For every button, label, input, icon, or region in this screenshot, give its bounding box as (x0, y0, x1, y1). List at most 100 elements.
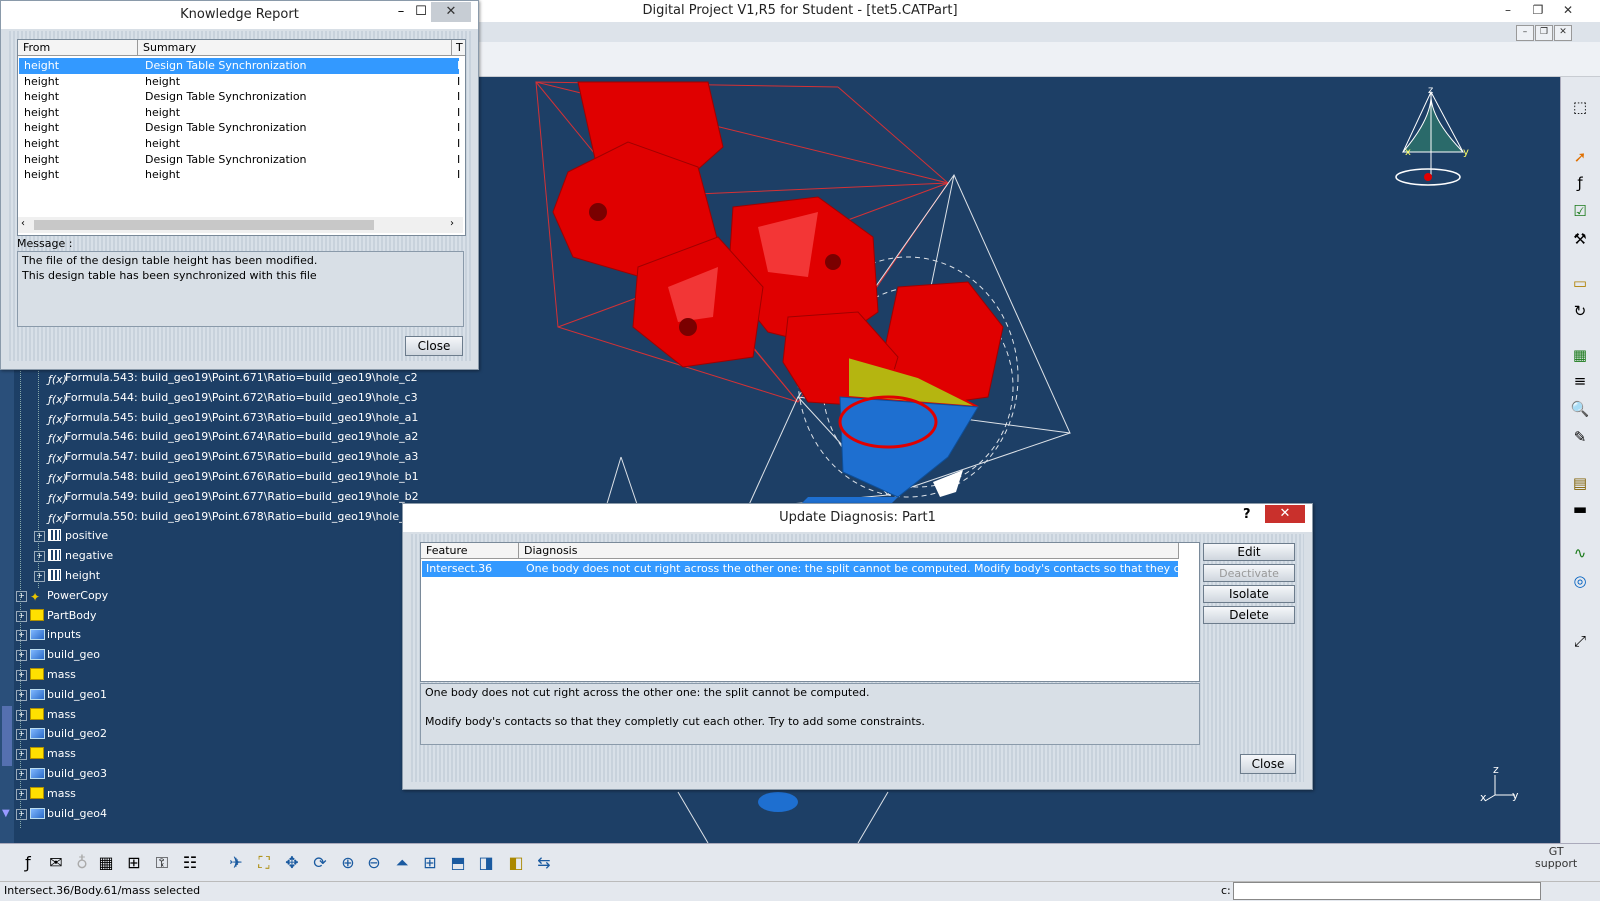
design-table-icon[interactable]: ▦ (94, 852, 118, 874)
tree-expand-toggle[interactable]: + (16, 670, 27, 681)
tree-item[interactable]: ƒ(x)Formula.550: build_geo19\Point.678\R… (48, 507, 419, 527)
ud-title-bar[interactable]: Update Diagnosis: Part1 (403, 504, 1312, 532)
lock-icon[interactable]: ⚿ (150, 852, 174, 874)
tree-item[interactable]: height (48, 566, 100, 586)
kr-col-type[interactable]: T (452, 40, 465, 56)
tree-expand-toggle[interactable]: + (16, 630, 27, 642)
tree-item[interactable]: ƒ(x)Formula.548: build_geo19\Point.676\R… (48, 467, 419, 487)
vb-macro-icon[interactable]: ▤ (1569, 473, 1591, 493)
kr-col-from[interactable]: From (18, 40, 138, 56)
rules-icon[interactable]: ☷ (178, 852, 202, 874)
tree-item[interactable]: negative (48, 546, 113, 566)
hide-show-icon[interactable]: ◧ (504, 852, 528, 874)
help-icon[interactable]: ? (1243, 507, 1251, 522)
zoom-out-icon[interactable]: ⊖ (362, 852, 386, 874)
tree-item[interactable]: ƒ(x)Formula.547: build_geo19\Point.675\R… (48, 447, 418, 467)
tree-expand-toggle[interactable]: + (16, 650, 27, 662)
minimize-button[interactable]: – (1497, 2, 1519, 18)
ud-col-feature[interactable]: Feature (421, 543, 519, 559)
kr-report-row[interactable]: height height I (19, 105, 460, 121)
fly-mode-icon[interactable]: ✈ (224, 852, 248, 874)
command-input[interactable] (1233, 882, 1541, 900)
ud-diagnosis-list[interactable]: Feature Diagnosis Intersect.36 One body d… (420, 542, 1200, 682)
tree-expand-toggle[interactable]: + (34, 531, 45, 543)
tree-item[interactable]: ƒ(x)Formula.544: build_geo19\Point.672\R… (48, 388, 418, 408)
tree-expand-toggle[interactable]: + (16, 689, 27, 701)
tree-item[interactable]: ƒ(x)Formula.546: build_geo19\Point.674\R… (48, 427, 418, 447)
fit-all-icon[interactable]: ⛶ (252, 852, 276, 874)
multi-view-icon[interactable]: ⊞ (418, 852, 442, 874)
law-icon[interactable]: ∿ (1569, 543, 1591, 563)
swap-space-icon[interactable]: ⇆ (532, 852, 556, 874)
ud-diagnosis-row[interactable]: Intersect.36 One body does not cut right … (422, 561, 1199, 577)
tree-item[interactable]: mass (30, 784, 76, 804)
xyz-icon[interactable]: ⤢ (1569, 631, 1591, 651)
scroll-left-icon[interactable]: ‹ (21, 218, 25, 229)
shading-icon[interactable]: ◨ (474, 852, 498, 874)
check-icon[interactable]: ☑ (1569, 201, 1591, 221)
ud-isolate-button[interactable]: Isolate (1203, 585, 1295, 603)
formula-tool-icon[interactable]: ƒ (1569, 173, 1591, 193)
tools-icon[interactable]: ⚒ (1569, 229, 1591, 249)
gt-support-logo[interactable]: GT support (1535, 846, 1577, 870)
doc-close-button[interactable]: ✕ (1554, 25, 1572, 41)
tree-item[interactable]: PartBody (30, 606, 96, 626)
comment-icon[interactable]: ✉ (44, 852, 68, 874)
scroll-right-icon[interactable]: › (450, 218, 454, 229)
select-arrow-icon[interactable]: ➚ (1569, 147, 1591, 167)
tree-item[interactable]: inputs (30, 625, 81, 645)
formula-icon[interactable]: ƒ (16, 852, 40, 874)
tree-item[interactable]: ƒ(x)Formula.545: build_geo19\Point.673\R… (48, 408, 418, 428)
view-cube-icon[interactable]: ⬚ (1569, 97, 1591, 117)
knowledge-icon[interactable]: ♁ (70, 852, 94, 874)
kr-minimize-button[interactable]: – (391, 4, 411, 19)
ud-deactivate-button[interactable]: Deactivate (1203, 564, 1295, 582)
parameters-icon[interactable]: ≡ (1569, 371, 1591, 391)
tree-expand-toggle[interactable]: + (16, 808, 27, 820)
kr-hscroll-thumb[interactable] (34, 220, 374, 230)
comment-icon[interactable]: ✎ (1569, 427, 1591, 447)
zoom-search-icon[interactable]: 🔍 (1569, 399, 1591, 419)
tree-expand-toggle[interactable]: + (16, 610, 27, 622)
tree-expand-toggle[interactable]: + (16, 729, 27, 741)
ud-delete-button[interactable]: Delete (1203, 606, 1295, 624)
kr-report-row[interactable]: height Design Table Synchronization I (19, 152, 460, 168)
kr-close-x-button[interactable]: ✕ (431, 2, 471, 22)
kr-col-summary[interactable]: Summary (138, 40, 452, 56)
pan-icon[interactable]: ✥ (280, 852, 304, 874)
restore-button[interactable]: ❐ (1527, 2, 1549, 18)
catalog-icon[interactable]: ⊞ (122, 852, 146, 874)
normal-view-icon[interactable]: ⏶ (390, 852, 414, 874)
rotate-icon[interactable]: ↻ (1569, 301, 1591, 321)
kr-maximize-button[interactable]: ☐ (411, 4, 431, 19)
tree-item[interactable]: build_geo4 (30, 804, 107, 824)
tree-item[interactable]: ƒ(x)Formula.549: build_geo19\Point.677\R… (48, 487, 419, 507)
tree-item[interactable]: build_geo2 (30, 724, 107, 744)
table-icon[interactable]: ▬ (1569, 499, 1591, 519)
ud-close-button[interactable]: Close (1240, 754, 1296, 774)
tree-item[interactable]: ✦ PowerCopy (30, 586, 108, 606)
kr-report-row[interactable]: height Design Table Synchronization I (19, 89, 460, 105)
doc-minimize-button[interactable]: – (1516, 25, 1534, 41)
tree-item[interactable]: build_geo1 (30, 685, 107, 705)
kr-report-row[interactable]: height Design Table Synchronization I (19, 58, 460, 74)
kr-hscrollbar[interactable]: ‹ › (18, 217, 463, 233)
tree-expand-toggle[interactable]: + (16, 769, 27, 780)
kr-report-row[interactable]: height height I (19, 74, 460, 90)
tree-item[interactable]: build_geo (30, 645, 100, 665)
iso-view-icon[interactable]: ⬒ (446, 852, 470, 874)
spiral-icon[interactable]: ◎ (1569, 571, 1591, 591)
tree-item[interactable]: mass (30, 744, 76, 764)
tree-expand-toggle[interactable]: + (16, 709, 27, 721)
tree-item[interactable]: positive (48, 526, 108, 546)
catalog-icon[interactable]: ▦ (1569, 345, 1591, 365)
zoom-in-icon[interactable]: ⊕ (336, 852, 360, 874)
close-app-button[interactable]: ✕ (1557, 2, 1579, 18)
tree-expand-toggle[interactable]: + (34, 551, 45, 563)
rotate-view-icon[interactable]: ⟳ (308, 852, 332, 874)
kr-report-row[interactable]: height height I (19, 167, 460, 183)
tree-expand-toggle[interactable]: + (16, 590, 27, 602)
ud-close-x-button[interactable]: ✕ (1265, 505, 1305, 523)
tree-expand-toggle[interactable]: + (16, 749, 27, 761)
kr-report-row[interactable]: height Design Table Synchronization I (19, 120, 460, 136)
